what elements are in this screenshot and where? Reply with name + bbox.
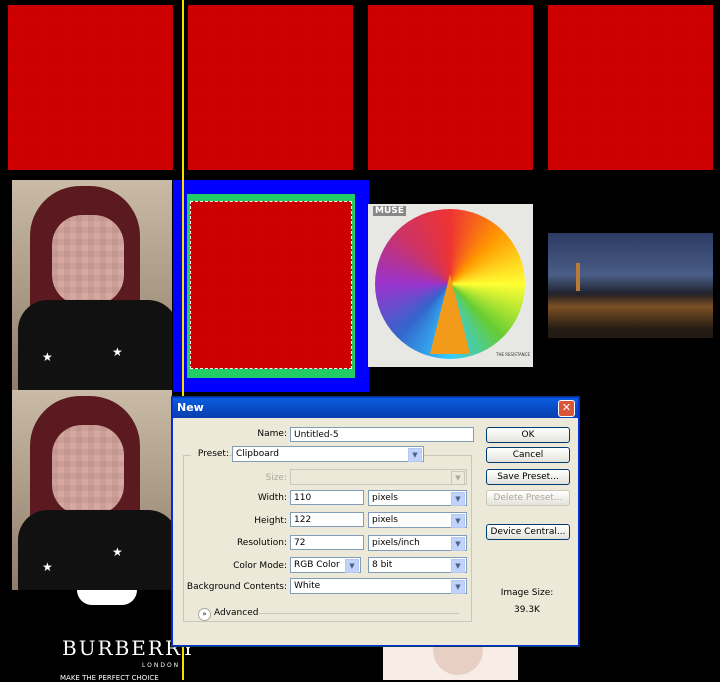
background-contents-label: Background Contents: <box>186 582 287 592</box>
chevron-down-icon[interactable]: ▼ <box>451 559 465 573</box>
red-tile-2 <box>188 5 353 170</box>
name-label: Name: <box>257 429 287 439</box>
new-document-dialog: New ✕ Name: Untitled-5 Preset: Clipboard… <box>172 397 579 646</box>
album-cover-image: MUSE THE RESISTANCE <box>368 204 533 367</box>
device-central-button[interactable]: Device Central... <box>486 524 570 540</box>
ad-tagline-text: MAKE THE PERFECT CHOICE <box>60 674 159 682</box>
chevron-down-icon[interactable]: ▼ <box>451 514 465 528</box>
resolution-label: Resolution: <box>236 538 287 548</box>
image-size-label: Image Size: <box>500 588 554 598</box>
chevron-down-icon[interactable]: ▼ <box>451 580 465 594</box>
delete-preset-button[interactable]: Delete Preset... <box>486 490 570 506</box>
chevron-down-icon[interactable]: ▼ <box>451 471 465 485</box>
height-unit-select[interactable]: pixels ▼ <box>368 512 467 528</box>
pixelated-portrait-photo-1: ★ ★ <box>12 180 172 390</box>
selected-red-tile <box>190 201 352 369</box>
preset-select[interactable]: Clipboard ▼ <box>232 446 424 462</box>
red-tile-1 <box>8 5 173 170</box>
background-contents-select[interactable]: White ▼ <box>290 578 467 594</box>
ad-sub-text: LONDON <box>142 662 181 669</box>
advanced-label[interactable]: Advanced <box>214 608 258 618</box>
save-preset-button[interactable]: Save Preset... <box>486 469 570 485</box>
advanced-divider <box>259 613 459 614</box>
resolution-field[interactable]: 72 <box>290 535 364 550</box>
advanced-toggle-icon[interactable]: » <box>198 608 211 621</box>
dialog-title: New <box>177 401 204 414</box>
color-mode-label: Color Mode: <box>233 561 287 571</box>
height-field[interactable]: 122 <box>290 512 364 527</box>
color-mode-select[interactable]: RGB Color ▼ <box>290 557 361 573</box>
album-small-text: THE RESISTANCE <box>496 352 530 357</box>
size-select[interactable]: ▼ <box>290 469 467 485</box>
dialog-titlebar[interactable]: New ✕ <box>173 398 578 418</box>
pixelated-portrait-photo-2: ★ ★ <box>12 390 172 590</box>
image-size-value: 39.3K <box>514 605 540 615</box>
width-label: Width: <box>257 493 287 503</box>
red-tile-4 <box>548 5 713 170</box>
width-unit-select[interactable]: pixels ▼ <box>368 490 467 506</box>
album-art-text: MUSE <box>373 206 406 216</box>
width-field[interactable]: 110 <box>290 490 364 505</box>
ok-button[interactable]: OK <box>486 427 570 443</box>
resolution-unit-select[interactable]: pixels/inch ▼ <box>368 535 467 551</box>
red-tile-3 <box>368 5 533 170</box>
portrait-photo-bottom <box>383 645 518 680</box>
chevron-down-icon[interactable]: ▼ <box>451 537 465 551</box>
bit-depth-select[interactable]: 8 bit ▼ <box>368 557 467 573</box>
chevron-down-icon[interactable]: ▼ <box>451 492 465 506</box>
selected-layer-highlight[interactable] <box>173 180 369 392</box>
cancel-button[interactable]: Cancel <box>486 447 570 463</box>
chevron-down-icon[interactable]: ▼ <box>408 448 422 462</box>
height-label: Height: <box>254 516 287 526</box>
close-icon[interactable]: ✕ <box>558 400 575 417</box>
chevron-down-icon[interactable]: ▼ <box>345 559 359 573</box>
name-field[interactable]: Untitled-5 <box>290 427 474 442</box>
size-label: Size: <box>265 473 287 483</box>
preset-label: Preset: <box>191 449 229 459</box>
night-city-photo <box>548 233 713 338</box>
